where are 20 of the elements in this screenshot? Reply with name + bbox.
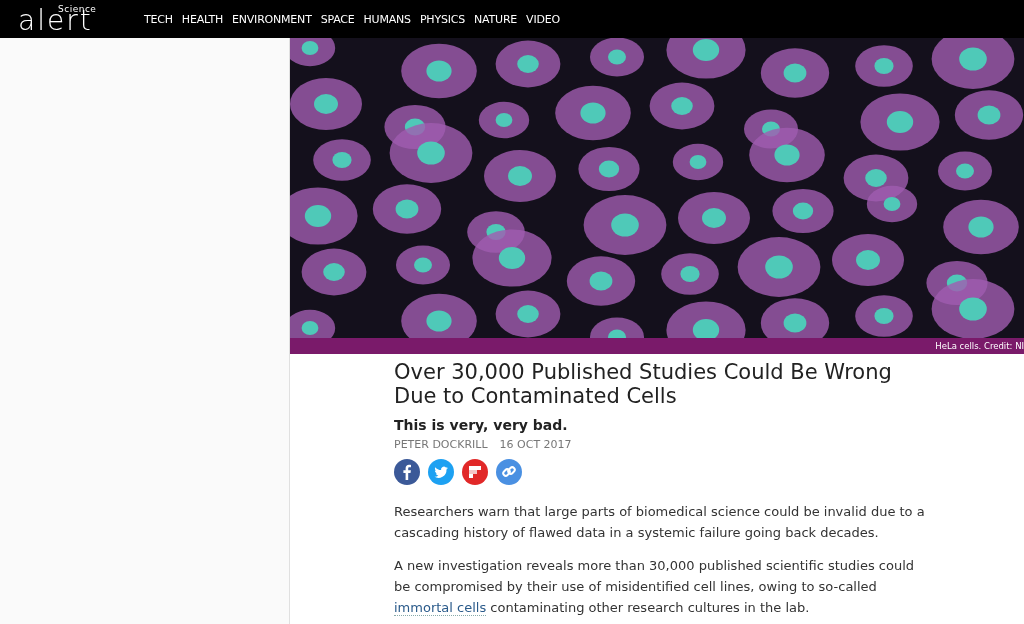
nav-link[interactable]: ENVIRONMENT <box>232 12 312 26</box>
nav-link[interactable]: PHYSICS <box>419 12 465 26</box>
author-name: PETER DOCKRILL <box>394 438 488 451</box>
facebook-icon[interactable] <box>394 459 420 485</box>
bird-icon[interactable] <box>428 459 454 485</box>
nav-link[interactable]: TECH <box>144 12 173 26</box>
nav-link[interactable]: VIDEO <box>526 12 560 26</box>
nav-link[interactable]: HEALTH <box>181 12 223 26</box>
article-subtitle: This is very, very bad. <box>394 417 569 433</box>
body-paragraph: Researchers warn that large parts of biomedical science could be invalid due to a cascading history of flawed data in a systemic failure going back decades. <box>394 503 926 542</box>
inline-link[interactable]: immortal cells <box>394 600 487 616</box>
publish-date: 16 OCT 2017 <box>499 438 572 451</box>
link-icon[interactable] <box>496 459 522 485</box>
nav-link[interactable]: HUMANS <box>363 12 411 26</box>
photo-caption: HeLa cells. Credit: NI <box>935 341 1024 351</box>
nav-link[interactable]: NATURE <box>474 12 518 26</box>
body-paragraph: A new investigation reveals more than 30,000 published scientific studies could be compromised by their use of misidentified cell lines, owing to so-called immortal cells contaminating other research cultures in the lab. <box>394 557 916 618</box>
nav-link[interactable]: SPACE <box>320 12 355 26</box>
article-title: Over 30,000 Published Studies Could Be Wrong Due to Contaminated Cells <box>394 360 893 408</box>
flipboard-icon[interactable] <box>462 459 488 485</box>
